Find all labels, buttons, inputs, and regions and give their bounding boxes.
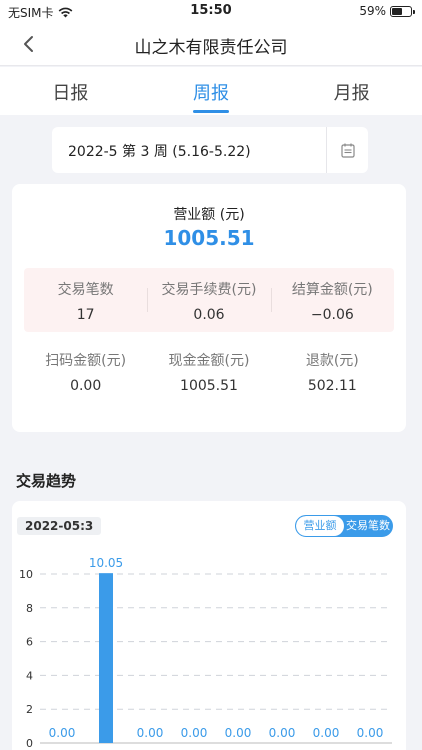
metric-toggle: 营业额 交易笔数 [295,515,393,537]
bar-value-label: 0.00 [137,726,164,740]
stat-transaction-count: 交易笔数 17 [24,268,147,332]
stat-value: 0.06 [193,307,225,323]
stat-label: 交易手续费(元) [161,282,257,298]
revenue-label: 营业额 (元) [173,207,245,223]
chart-bar [99,573,113,743]
stat-label: 结算金额(元) [291,282,373,298]
stat-value: 17 [76,307,95,323]
stats-secondary: 扫码金额(元) 0.00 现金金额(元) 1005.51 退款(元) 502.1… [24,350,394,406]
revenue-value: 1005.51 [163,226,255,250]
stat-scan-amount: 扫码金额(元) 0.00 [24,350,147,406]
trend-chart: 0 2 4 6 8 10 0.00 10.05 0.00 0.00 0.00 0.00 0.00 0.00 [19,556,392,750]
stat-label: 退款(元) [305,353,359,369]
bar-value-label: 0.00 [357,726,384,740]
battery-fill [392,7,403,15]
y-tick-label: 4 [26,669,33,682]
page-title: 山之木有限责任公司 [134,38,288,58]
stat-value: 1005.51 [180,378,238,394]
tab-daily[interactable]: 日报 [0,67,141,115]
stat-label: 现金金额(元) [168,353,250,369]
bar-value-label: 10.05 [89,556,123,570]
calendar-button[interactable] [327,127,368,173]
tab-monthly[interactable]: 月报 [281,67,422,115]
summary-card: 营业额 (元) 1005.51 交易笔数 17 交易手续费(元) 0.06 结算… [12,184,406,432]
trend-section-title: 交易趋势 [16,472,77,490]
y-tick-label: 2 [26,703,33,716]
bar-value-label: 0.00 [181,726,208,740]
stat-label: 扫码金额(元) [45,353,127,369]
stats-primary: 交易笔数 17 交易手续费(元) 0.06 结算金额(元) −0.06 [24,268,394,332]
y-tick-label: 10 [19,568,33,581]
calendar-icon [340,143,355,158]
stat-label: 交易笔数 [57,282,114,298]
toggle-transaction-count[interactable]: 交易笔数 [344,516,392,536]
tab-weekly[interactable]: 周报 [141,67,282,115]
week-selector[interactable]: 2022-5 第 3 周 (5.16-5.22) [52,127,368,173]
bar-value-label: 0.00 [49,726,76,740]
stat-refund: 退款(元) 502.11 [271,350,394,406]
battery-percent: 59% [359,4,386,18]
nav-bar: 山之木有限责任公司 [0,22,422,66]
stat-value: 0.00 [70,378,102,394]
report-tabs: 日报 周报 月报 [0,67,422,115]
stat-settlement-amount: 结算金额(元) −0.06 [270,268,394,332]
chart-date-badge: 2022-05:3 [17,517,102,535]
y-tick-label: 6 [26,636,33,649]
bar-value-label: 0.00 [269,726,296,740]
y-tick-label: 8 [26,602,33,615]
week-selector-value: 2022-5 第 3 周 (5.16-5.22) [68,144,251,160]
status-right: 59% [359,4,415,18]
bar-value-label: 0.00 [313,726,340,740]
stat-value: −0.06 [310,307,354,323]
stat-cash-amount: 现金金额(元) 1005.51 [147,350,270,406]
status-bar: 无SIM卡 15:50 59% [0,0,422,22]
toggle-revenue[interactable]: 营业额 [296,516,344,536]
stat-transaction-fee: 交易手续费(元) 0.06 [147,268,270,332]
stat-value: 502.11 [307,378,357,394]
bar-value-label: 0.00 [225,726,252,740]
trend-chart-card: 0 2 4 6 8 10 0.00 10.05 0.00 0.00 0.00 0.00 0.00 0.00… [12,501,406,750]
battery-icon [390,5,415,17]
y-tick-label: 0 [26,737,33,750]
